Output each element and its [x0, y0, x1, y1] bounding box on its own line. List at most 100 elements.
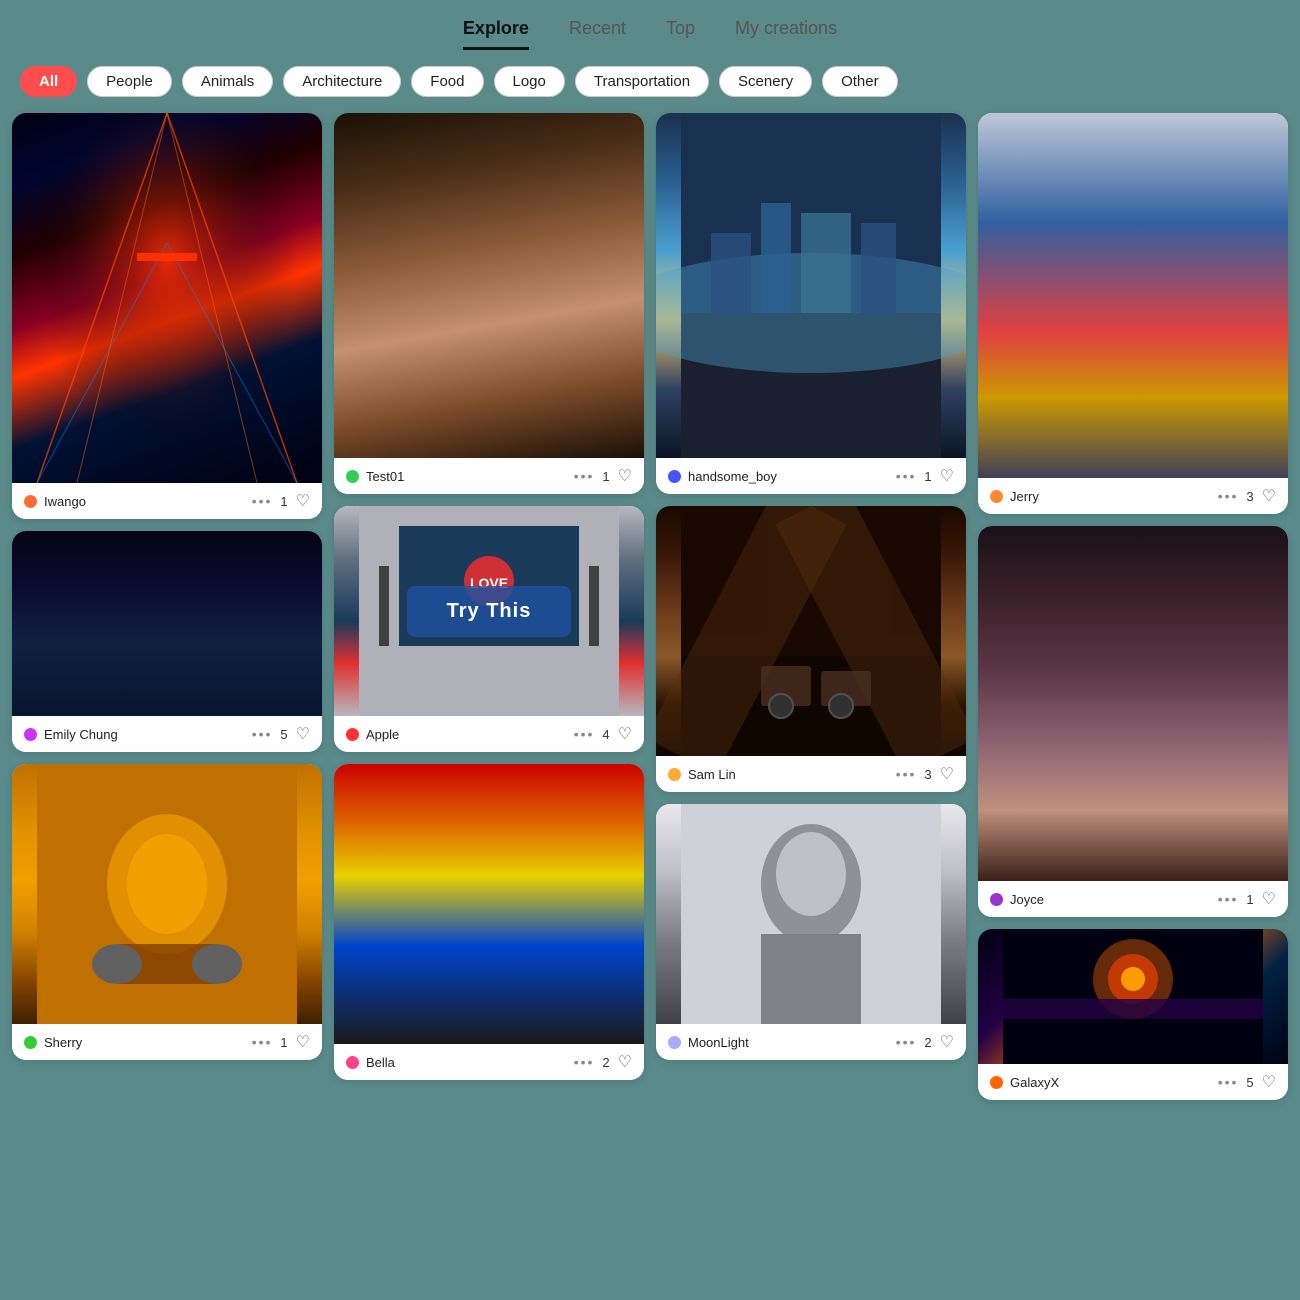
- more-options-button[interactable]: •••: [252, 1034, 273, 1050]
- more-options-button[interactable]: •••: [896, 1034, 917, 1050]
- card-c12[interactable]: GalaxyX •••5♡: [978, 929, 1288, 1100]
- card-image-c7: [656, 506, 966, 756]
- like-count: 5: [280, 727, 287, 742]
- card-c1[interactable]: Iwango •••1♡: [12, 113, 322, 519]
- more-options-button[interactable]: •••: [252, 493, 273, 509]
- like-count: 1: [1246, 892, 1253, 907]
- more-options-button[interactable]: •••: [1218, 1074, 1239, 1090]
- username-label: handsome_boy: [688, 469, 777, 484]
- like-button[interactable]: ♡: [296, 724, 310, 744]
- card-footer-c7: Sam Lin•••3♡: [656, 756, 966, 792]
- card-footer-c4: Jerry•••3♡: [978, 478, 1288, 514]
- more-options-button[interactable]: •••: [896, 468, 917, 484]
- card-c9[interactable]: Sherry•••1♡: [12, 764, 322, 1060]
- username-label: Test01: [366, 469, 404, 484]
- avatar-dot: [990, 1076, 1003, 1089]
- card-footer-c1: Iwango •••1♡: [12, 483, 322, 519]
- like-button[interactable]: ♡: [618, 724, 632, 744]
- card-footer-c10: Bella ••• 2 ♡: [334, 1044, 644, 1080]
- more-options-button[interactable]: •••: [1218, 891, 1239, 907]
- image-grid: Iwango•••1♡Emily Chung•••5♡Sherry•••1♡Te…: [0, 113, 1300, 1120]
- card-c6[interactable]: LOVETry This Apple •••4♡: [334, 506, 644, 752]
- card-image-c3: [656, 113, 966, 458]
- card-c2[interactable]: Test01 •••1♡: [334, 113, 644, 494]
- chip-architecture[interactable]: Architecture: [283, 66, 401, 97]
- more-options-button[interactable]: •••: [252, 726, 273, 742]
- like-button[interactable]: ♡: [618, 466, 632, 486]
- card-c8[interactable]: Joyce ••• 1 ♡: [978, 526, 1288, 917]
- avatar-dot: [24, 495, 37, 508]
- card-c7[interactable]: Sam Lin•••3♡: [656, 506, 966, 792]
- avatar-dot: [668, 1036, 681, 1049]
- card-user-c11: MoonLight: [668, 1035, 749, 1050]
- card-actions: •••4♡: [574, 724, 632, 744]
- username-label: MoonLight: [688, 1035, 749, 1050]
- card-user-c5: Emily Chung: [24, 727, 118, 742]
- avatar-dot: [668, 470, 681, 483]
- like-button[interactable]: ♡: [940, 466, 954, 486]
- avatar-dot: [668, 768, 681, 781]
- card-c3[interactable]: handsome_boy ••• 1 ♡: [656, 113, 966, 494]
- card-image-c10: [334, 764, 644, 1044]
- chip-food[interactable]: Food: [411, 66, 483, 97]
- chip-transportation[interactable]: Transportation: [575, 66, 709, 97]
- card-footer-c6: Apple •••4♡: [334, 716, 644, 752]
- chip-scenery[interactable]: Scenery: [719, 66, 812, 97]
- card-footer-c8: Joyce ••• 1 ♡: [978, 881, 1288, 917]
- chip-logo[interactable]: Logo: [494, 66, 565, 97]
- avatar-dot: [346, 728, 359, 741]
- like-count: 2: [602, 1055, 609, 1070]
- more-options-button[interactable]: •••: [574, 726, 595, 742]
- more-options-button[interactable]: •••: [574, 468, 595, 484]
- chip-people[interactable]: People: [87, 66, 172, 97]
- like-count: 1: [280, 1035, 287, 1050]
- tab-recent[interactable]: Recent: [569, 18, 626, 50]
- card-footer-c9: Sherry•••1♡: [12, 1024, 322, 1060]
- card-actions: •••1♡: [252, 491, 310, 511]
- tab-my-creations[interactable]: My creations: [735, 18, 837, 50]
- like-button[interactable]: ♡: [1262, 486, 1276, 506]
- chip-other[interactable]: Other: [822, 66, 898, 97]
- like-count: 2: [924, 1035, 931, 1050]
- card-user-c3: handsome_boy: [668, 469, 777, 484]
- more-options-button[interactable]: •••: [896, 766, 917, 782]
- like-button[interactable]: ♡: [618, 1052, 632, 1072]
- like-button[interactable]: ♡: [1262, 889, 1276, 909]
- card-c10[interactable]: Bella ••• 2 ♡: [334, 764, 644, 1080]
- card-actions: •••5♡: [1218, 1072, 1276, 1092]
- avatar-dot: [24, 1036, 37, 1049]
- like-button[interactable]: ♡: [940, 764, 954, 784]
- like-count: 1: [924, 469, 931, 484]
- card-image-c12: [978, 929, 1288, 1064]
- card-c4[interactable]: Jerry•••3♡: [978, 113, 1288, 514]
- tab-explore[interactable]: Explore: [463, 18, 529, 50]
- username-label: Iwango: [44, 494, 86, 509]
- tab-top[interactable]: Top: [666, 18, 695, 50]
- like-button[interactable]: ♡: [296, 491, 310, 511]
- username-label: GalaxyX: [1010, 1075, 1059, 1090]
- card-image-c2: [334, 113, 644, 458]
- card-actions: •••3♡: [896, 764, 954, 784]
- chip-all[interactable]: All: [20, 66, 77, 97]
- filter-bar: All People Animals Architecture Food Log…: [0, 50, 1300, 113]
- card-image-c8: [978, 526, 1288, 881]
- svg-text:LOVE: LOVE: [470, 575, 508, 591]
- card-image-c6: LOVETry This: [334, 506, 644, 716]
- avatar-dot: [346, 1056, 359, 1069]
- card-c5[interactable]: Emily Chung ••• 5 ♡: [12, 531, 322, 752]
- like-button[interactable]: ♡: [1262, 1072, 1276, 1092]
- more-options-button[interactable]: •••: [574, 1054, 595, 1070]
- card-footer-c11: MoonLight ••• 2 ♡: [656, 1024, 966, 1060]
- card-user-c12: GalaxyX: [990, 1075, 1059, 1090]
- avatar-dot: [990, 893, 1003, 906]
- like-button[interactable]: ♡: [940, 1032, 954, 1052]
- more-options-button[interactable]: •••: [1218, 488, 1239, 504]
- like-button[interactable]: ♡: [296, 1032, 310, 1052]
- chip-animals[interactable]: Animals: [182, 66, 273, 97]
- username-label: Joyce: [1010, 892, 1044, 907]
- card-c11[interactable]: MoonLight ••• 2 ♡: [656, 804, 966, 1060]
- card-user-c6: Apple: [346, 727, 399, 742]
- card-actions: •••1♡: [574, 466, 632, 486]
- username-label: Bella: [366, 1055, 395, 1070]
- card-actions: ••• 5 ♡: [252, 724, 310, 744]
